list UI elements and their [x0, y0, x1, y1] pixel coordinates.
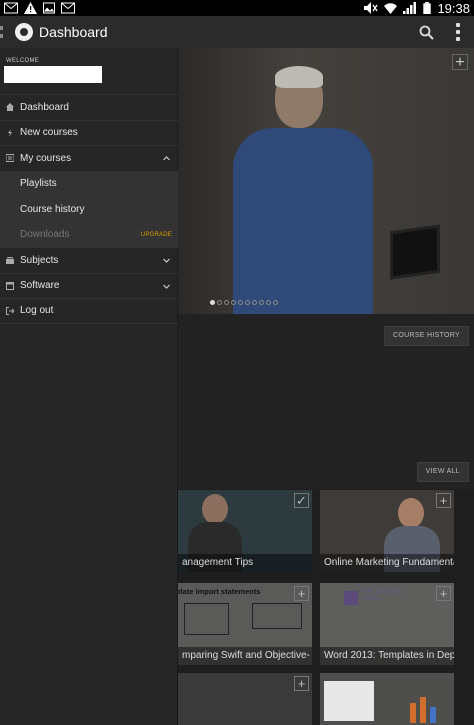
- drawer-indicator-icon: [0, 26, 3, 38]
- drawer-item-label: New courses: [20, 127, 78, 139]
- add-icon[interactable]: +: [436, 493, 451, 508]
- signal-icon: [403, 2, 417, 14]
- upgrade-badge[interactable]: UPGRADE: [141, 232, 172, 238]
- drawer-item-label: Subjects: [20, 254, 59, 266]
- home-up-button[interactable]: Dashboard: [0, 23, 108, 41]
- lightning-icon: [8, 128, 12, 137]
- subjects-icon: [6, 257, 14, 265]
- add-icon[interactable]: +: [294, 586, 309, 601]
- mute-icon: [364, 2, 378, 14]
- drawer-menu: Dashboard New courses My courses Playlis…: [0, 94, 178, 324]
- tile-heading: date import statements: [178, 587, 261, 596]
- status-bar: 19:38: [0, 0, 474, 16]
- chevron-down-icon[interactable]: [163, 257, 170, 264]
- main-content: + COURSE HISTORY VIEW ALL ✓ anagement Ti…: [178, 48, 474, 725]
- page-title: Dashboard: [39, 24, 108, 40]
- drawer-item-label: My courses: [20, 152, 72, 164]
- add-icon[interactable]: +: [436, 586, 451, 601]
- hotel-logo-icon: [344, 591, 358, 605]
- wifi-icon: [384, 3, 398, 14]
- drawer-item-label: Downloads: [20, 229, 70, 241]
- drawer-item-new-courses[interactable]: New courses: [0, 119, 178, 146]
- drawer-item-label: Software: [20, 280, 60, 292]
- carousel-indicator: [210, 300, 278, 305]
- welcome-label: WELCOME: [6, 58, 40, 64]
- tile-caption: anagement Tips: [178, 554, 312, 572]
- clock: 19:38: [437, 0, 470, 16]
- course-tile[interactable]: +: [178, 673, 312, 725]
- navigation-drawer: WELCOME Dashboard New courses My courses…: [0, 48, 178, 725]
- software-icon: [6, 281, 14, 290]
- drawer-item-label: Log out: [20, 305, 54, 317]
- action-bar: Dashboard: [0, 16, 474, 48]
- tile-caption: Word 2013: Templates in Depth: [320, 647, 454, 665]
- featured-carousel[interactable]: +: [178, 48, 474, 314]
- mail-icon: [4, 2, 18, 14]
- tile-caption: Online Marketing Fundamentals: [320, 554, 454, 572]
- course-tile[interactable]: THE LANDON HOTEL + Word 2013: Templates …: [320, 583, 454, 665]
- overflow-menu-icon[interactable]: [456, 23, 460, 41]
- drawer-item-label: Playlists: [20, 178, 57, 190]
- chevron-down-icon[interactable]: [163, 283, 170, 290]
- course-tile[interactable]: [320, 673, 454, 725]
- course-tile[interactable]: + Online Marketing Fundamentals: [320, 490, 454, 572]
- logout-icon: [6, 306, 14, 315]
- drawer-item-playlists[interactable]: Playlists: [0, 170, 178, 196]
- home-icon: [6, 103, 14, 112]
- hotel-logo-text: THE LANDON HOTEL: [362, 589, 401, 602]
- list-icon: [6, 154, 14, 163]
- warning-icon: [24, 2, 37, 14]
- view-all-button[interactable]: VIEW ALL: [416, 462, 469, 482]
- course-tile[interactable]: ✓ anagement Tips: [178, 490, 312, 572]
- drawer-item-subjects[interactable]: Subjects: [0, 247, 178, 273]
- user-name: [4, 66, 102, 83]
- app-logo-icon: [15, 23, 33, 41]
- drawer-item-log-out[interactable]: Log out: [0, 298, 178, 324]
- checkmark-icon[interactable]: ✓: [294, 493, 309, 508]
- drawer-item-my-courses[interactable]: My courses: [0, 145, 178, 171]
- device-image: [390, 224, 440, 280]
- course-history-button[interactable]: COURSE HISTORY: [384, 326, 469, 346]
- drawer-item-course-history[interactable]: Course history: [0, 196, 178, 222]
- search-icon[interactable]: [419, 25, 434, 40]
- course-tile[interactable]: date import statements + mparing Swift a…: [178, 583, 312, 665]
- drawer-item-downloads[interactable]: Downloads UPGRADE: [0, 221, 178, 247]
- drawer-item-label: Course history: [20, 203, 85, 215]
- battery-icon: [423, 2, 432, 14]
- drawer-item-software[interactable]: Software: [0, 272, 178, 299]
- instructor-image: [233, 58, 373, 314]
- drawer-item-dashboard[interactable]: Dashboard: [0, 94, 178, 120]
- mail-icon: [61, 2, 75, 14]
- tile-caption: mparing Swift and Objective-: [178, 647, 312, 665]
- welcome-block: WELCOME: [0, 48, 177, 89]
- add-icon[interactable]: +: [294, 676, 309, 691]
- add-icon[interactable]: +: [452, 54, 468, 71]
- image-icon: [43, 2, 55, 14]
- drawer-item-label: Dashboard: [20, 101, 69, 113]
- chevron-up-icon[interactable]: [163, 155, 170, 162]
